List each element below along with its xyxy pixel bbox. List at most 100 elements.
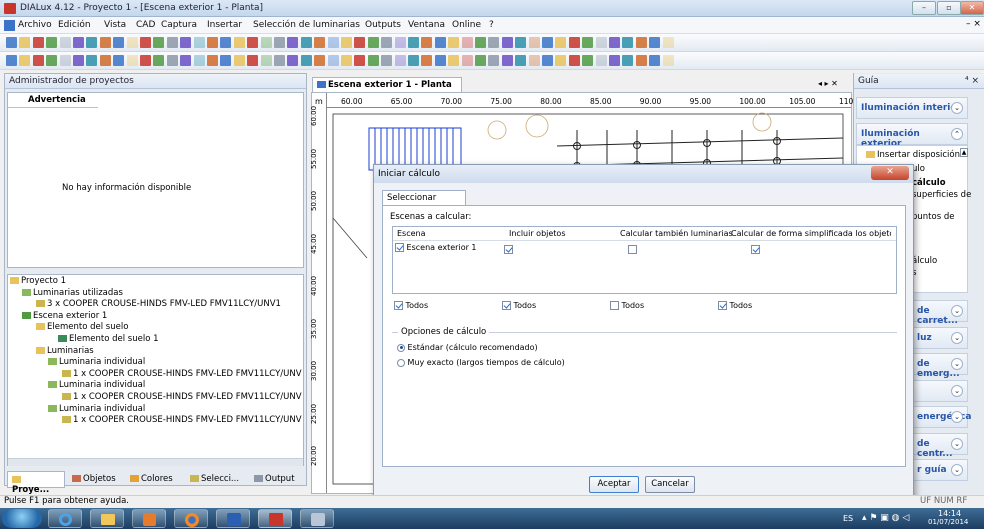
toolbar-button-icon[interactable] (193, 37, 205, 48)
minimize-button[interactable]: – (912, 1, 936, 15)
toolbar-button-icon[interactable] (568, 55, 580, 66)
taskbar-media-icon[interactable] (132, 509, 166, 528)
toolbar-button-icon[interactable] (421, 37, 433, 48)
guide-section-interior[interactable]: Iluminación interior ⌄ (856, 97, 968, 119)
toolbar-button-icon[interactable] (515, 55, 527, 66)
toolbar-button-icon[interactable] (247, 55, 259, 66)
toolbar-button-icon[interactable] (180, 55, 192, 66)
toolbar-button-icon[interactable] (86, 37, 98, 48)
toolbar-button-icon[interactable] (73, 37, 84, 48)
dialog-tab-select-scenes[interactable]: Seleccionar escenas (382, 190, 466, 213)
toolbar-button-icon[interactable] (73, 55, 84, 66)
toolbar-button-icon[interactable] (233, 55, 245, 66)
menu-seleccion-luminarias[interactable]: Selección de luminarias (253, 20, 360, 30)
taskbar-dialux-icon[interactable] (258, 509, 292, 528)
bottom-tab-output[interactable]: Output (250, 471, 304, 488)
bottom-tab-objects[interactable]: Objetos (68, 471, 124, 488)
toolbar-button-icon[interactable] (314, 55, 326, 66)
toolbar-button-icon[interactable] (488, 37, 500, 48)
taskbar-ie-icon[interactable] (48, 509, 82, 528)
toolbar-button-icon[interactable] (180, 37, 192, 48)
toolbar-button-icon[interactable] (595, 55, 607, 66)
toolbar-button-icon[interactable] (354, 55, 366, 66)
toolbar-button-icon[interactable] (408, 37, 419, 48)
toolbar-button-icon[interactable] (99, 55, 111, 66)
toolbar-button-icon[interactable] (166, 55, 178, 66)
toolbar-button-icon[interactable] (220, 37, 232, 48)
toolbar-button-icon[interactable] (582, 55, 594, 66)
toolbar-button-icon[interactable] (367, 55, 379, 66)
accept-button[interactable]: Aceptar (589, 476, 639, 493)
toolbar-button-icon[interactable] (448, 55, 460, 66)
guide-section-exterior[interactable]: Iluminación exterior ⌃ (856, 123, 968, 149)
toolbar-button-icon[interactable] (434, 55, 446, 66)
menu-archivo[interactable]: Archivo (18, 20, 52, 30)
toolbar-button-icon[interactable] (609, 37, 620, 48)
toolbar-button-icon[interactable] (126, 37, 138, 48)
option-very-exact[interactable]: Muy exacto (largos tiempos de cálculo) (397, 358, 565, 367)
toolbar-button-icon[interactable] (46, 55, 58, 66)
toolbar-button-icon[interactable] (408, 55, 419, 66)
toolbar-button-icon[interactable] (19, 55, 31, 66)
tree-item-ground-element-1[interactable]: Elemento del suelo 1 (10, 334, 304, 346)
toolbar-button-icon[interactable] (622, 37, 634, 48)
menu-cad[interactable]: CAD (136, 20, 155, 30)
toolbar-button-icon[interactable] (140, 37, 151, 48)
toolbar-button-icon[interactable] (19, 37, 31, 48)
bottom-tab-colors[interactable]: Colores (126, 471, 184, 488)
toolbar-button-icon[interactable] (515, 37, 527, 48)
menu-edicion[interactable]: Edición (58, 20, 91, 30)
toolbar-button-icon[interactable] (555, 37, 567, 48)
tray-icons[interactable]: ▴ ⚑ ▣ ◍ ◁ (862, 513, 909, 523)
guide-fragment-3[interactable]: superficies de (912, 190, 971, 200)
toolbar-button-icon[interactable] (153, 37, 165, 48)
guide-scroll-up[interactable]: ▲ (960, 148, 968, 157)
toolbar-button-icon[interactable] (542, 55, 553, 66)
toolbar-button-icon[interactable] (501, 55, 513, 66)
tree-item-project[interactable]: Proyecto 1 (10, 276, 304, 288)
guide-fragment-4[interactable]: puntos de (912, 212, 954, 222)
toolbar-button-icon[interactable] (220, 55, 232, 66)
include-objects-checkbox[interactable] (504, 245, 513, 254)
toolbar-button-icon[interactable] (341, 55, 352, 66)
dialog-close-button[interactable]: ✕ (871, 166, 909, 180)
tree-item-scene[interactable]: Escena exterior 1 (10, 311, 304, 323)
menu-outputs[interactable]: Outputs (365, 20, 401, 30)
toolbar-button-icon[interactable] (354, 37, 366, 48)
clock-date[interactable]: 01/07/2014 (928, 518, 968, 526)
tree-item-luminaires[interactable]: Luminarias (10, 346, 304, 358)
guide-item-insert[interactable]: Insertar disposición (866, 150, 960, 160)
clock-time[interactable]: 14:14 (938, 509, 961, 518)
toolbar-button-icon[interactable] (314, 37, 326, 48)
toolbar-button-icon[interactable] (126, 55, 138, 66)
toolbar-button-icon[interactable] (662, 55, 674, 66)
canvas-tab[interactable]: Escena exterior 1 - Planta (312, 77, 462, 92)
toolbar-button-icon[interactable] (475, 37, 486, 48)
toolbar-button-icon[interactable] (153, 55, 165, 66)
bottom-tab-selection[interactable]: Selecci... (186, 471, 248, 488)
toolbar-button-icon[interactable] (528, 55, 540, 66)
all-simplified-toggle[interactable]: Todos (718, 301, 752, 310)
toolbar-button-icon[interactable] (542, 37, 553, 48)
start-button[interactable] (2, 509, 42, 528)
toolbar-button-icon[interactable] (260, 37, 272, 48)
toolbar-button-icon[interactable] (568, 37, 580, 48)
taskbar-paint-icon[interactable] (300, 509, 334, 528)
toolbar-button-icon[interactable] (649, 55, 661, 66)
taskbar-word-icon[interactable] (216, 509, 250, 528)
all-luminaires-toggle[interactable]: Todos (610, 301, 644, 310)
toolbar-button-icon[interactable] (59, 55, 71, 66)
menu-captura[interactable]: Captura (161, 20, 197, 30)
mdi-minimize-icon[interactable]: – × (966, 19, 981, 29)
toolbar-button-icon[interactable] (247, 37, 259, 48)
toolbar-button-icon[interactable] (381, 37, 393, 48)
toolbar-button-icon[interactable] (327, 55, 339, 66)
toolbar-button-icon[interactable] (287, 37, 299, 48)
toolbar-button-icon[interactable] (635, 37, 647, 48)
guide-fragment-2[interactable]: cálculo (912, 178, 946, 188)
toolbar-button-icon[interactable] (421, 55, 433, 66)
toolbar-button-icon[interactable] (461, 37, 473, 48)
toolbar-button-icon[interactable] (193, 55, 205, 66)
bottom-tab-project[interactable]: Proye... (7, 471, 65, 495)
toolbar-button-icon[interactable] (582, 37, 594, 48)
